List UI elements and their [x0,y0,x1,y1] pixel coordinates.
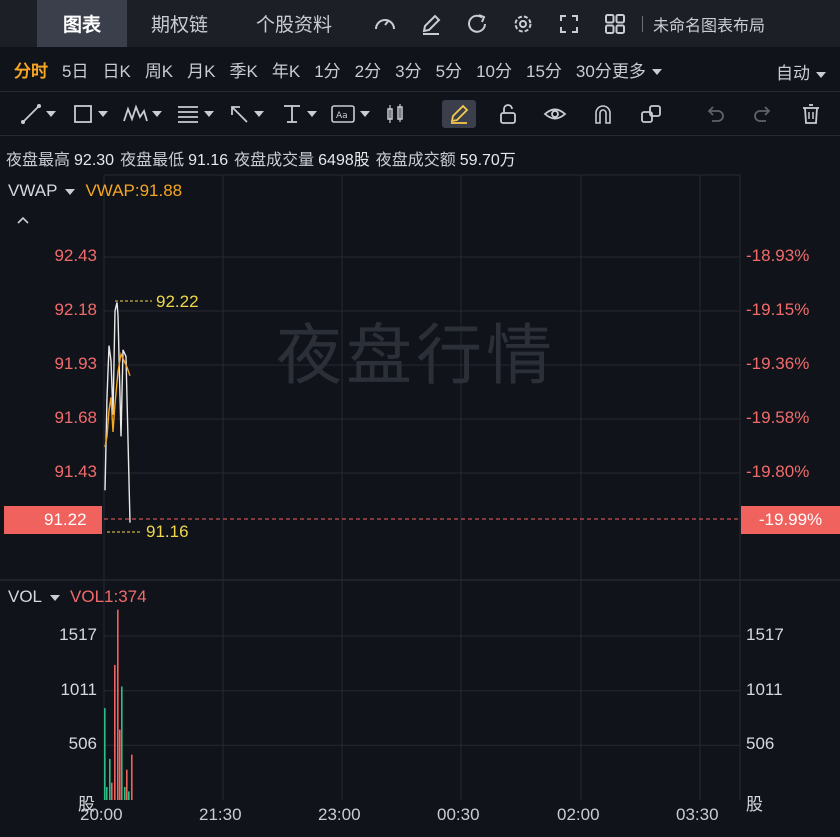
current-pct-badge: -19.99% [741,506,840,534]
volume-bar [106,787,108,800]
volume-bar [128,791,130,800]
pct-tick-right: -18.93% [746,246,810,265]
current-price-badge: 91.22 [4,506,102,534]
watermark: 夜盘行情 [276,317,556,394]
pct-tick-right: -19.15% [746,300,810,319]
min-price-callout: 91.16 [146,522,189,541]
volume-bar [111,782,113,800]
max-price-callout: 92.22 [156,292,199,311]
collapse-icon[interactable] [16,212,30,230]
pct-tick-right: -19.36% [746,354,810,373]
time-tick: 20:00 [80,805,123,824]
price-tick-left: 92.18 [54,300,97,319]
chevron-down-icon [50,594,61,601]
vol-tick-right: 1011 [746,680,783,699]
time-tick: 00:30 [437,805,480,824]
volume-bar [117,609,119,800]
price-volume-chart[interactable] [0,0,840,837]
vol-indicator-name: VOL [8,587,43,606]
price-tick-left: 92.43 [54,246,97,265]
vol-unit-right: 股 [746,795,763,814]
price-tick-left: 91.68 [54,408,97,427]
vol-tick-left: 1517 [59,625,97,644]
volume-bar [109,758,111,800]
time-tick: 23:00 [318,805,361,824]
pct-tick-right: -19.80% [746,462,810,481]
vol-tick-left: 506 [68,734,97,753]
pct-tick-right: -19.58% [746,408,810,427]
vol-tick-left: 1011 [60,680,97,699]
volume-bar [119,729,121,800]
vwap-legend[interactable]: VWAP VWAP:91.88 [8,181,182,201]
vol-tick-right: 506 [746,734,775,753]
volume-bar [124,787,126,800]
volume-bar [104,708,106,800]
vol-tick-right: 1517 [746,625,784,644]
time-tick: 21:30 [199,805,242,824]
volume-bar [121,686,123,800]
vwap-indicator-name: VWAP [8,181,58,200]
volume-bar [114,664,116,800]
vol-legend[interactable]: VOL VOL1:374 [8,587,147,607]
volume-bar [126,769,128,800]
price-tick-left: 91.43 [54,462,97,481]
time-tick: 02:00 [557,805,600,824]
price-tick-left: 91.93 [54,354,97,373]
time-tick: 03:30 [676,805,719,824]
vwap-value: VWAP:91.88 [85,181,183,200]
vol-value: VOL1:374 [70,587,147,606]
volume-bar [131,754,133,800]
chevron-down-icon [65,188,76,195]
